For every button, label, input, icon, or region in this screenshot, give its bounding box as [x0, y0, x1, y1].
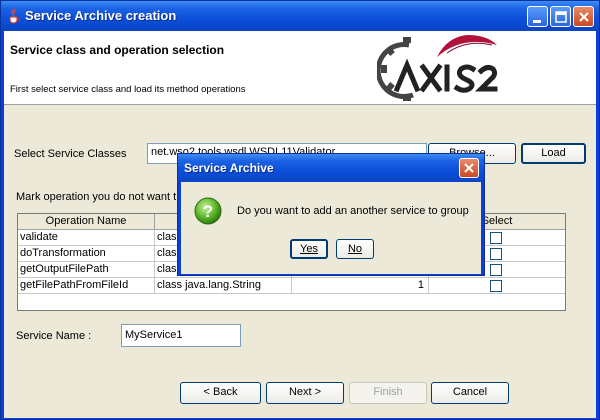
mark-operations-label: Mark operation you do not want t	[16, 191, 177, 203]
page-title: Service class and operation selection	[10, 43, 225, 57]
wizard-header: Service class and operation selection Fi…	[4, 31, 596, 105]
column-operation-name[interactable]: Operation Name	[18, 214, 155, 230]
cancel-button[interactable]: Cancel	[431, 382, 509, 404]
title-bar[interactable]: Service Archive creation	[1, 1, 599, 31]
operation-name-cell: doTransformation	[18, 246, 155, 262]
dialog-message: Do you want to add an another service to…	[237, 205, 469, 217]
dialog-title-bar[interactable]: Service Archive	[178, 154, 484, 182]
return-type-cell: class java.lang.String	[155, 278, 292, 294]
page-description: First select service class and load its …	[10, 84, 246, 95]
axis2-logo	[377, 35, 498, 101]
dialog-close-button[interactable]	[459, 158, 479, 178]
minimize-button[interactable]	[527, 6, 548, 27]
dialog-content: ? Do you want to add an another service …	[181, 182, 481, 274]
close-icon	[579, 12, 589, 22]
operation-name-cell: validate	[18, 230, 155, 246]
dialog-title: Service Archive	[184, 161, 274, 175]
finish-button[interactable]: Finish	[349, 382, 427, 404]
next-button[interactable]: Next >	[266, 382, 344, 404]
no-button[interactable]: No	[336, 239, 374, 259]
table-row[interactable]: getFilePathFromFileId class java.lang.St…	[18, 278, 565, 294]
question-icon: ?	[194, 197, 222, 225]
maximize-icon	[555, 11, 567, 23]
parameters-cell: 1	[292, 278, 429, 294]
maximize-button[interactable]	[550, 6, 571, 27]
java-cup-icon	[9, 8, 20, 24]
svg-text:?: ?	[203, 202, 213, 221]
select-checkbox[interactable]	[490, 248, 502, 260]
select-checkbox[interactable]	[490, 232, 502, 244]
close-button[interactable]	[573, 6, 594, 27]
select-checkbox[interactable]	[490, 264, 502, 276]
back-button[interactable]: < Back	[180, 382, 261, 404]
service-classes-label: Select Service Classes	[14, 148, 127, 160]
service-name-field[interactable]: MyService1	[121, 324, 241, 347]
load-button[interactable]: Load	[521, 143, 586, 164]
operation-name-cell: getFilePathFromFileId	[18, 278, 155, 294]
service-name-label: Service Name :	[16, 330, 92, 342]
window-title: Service Archive creation	[25, 8, 177, 23]
operation-name-cell: getOutputFilePath	[18, 262, 155, 278]
yes-button[interactable]: Yes	[290, 239, 328, 259]
minimize-icon	[533, 20, 541, 23]
select-checkbox[interactable]	[490, 280, 502, 292]
close-icon	[464, 163, 474, 173]
confirm-dialog: Service Archive ? Do you want to add an …	[177, 153, 485, 276]
